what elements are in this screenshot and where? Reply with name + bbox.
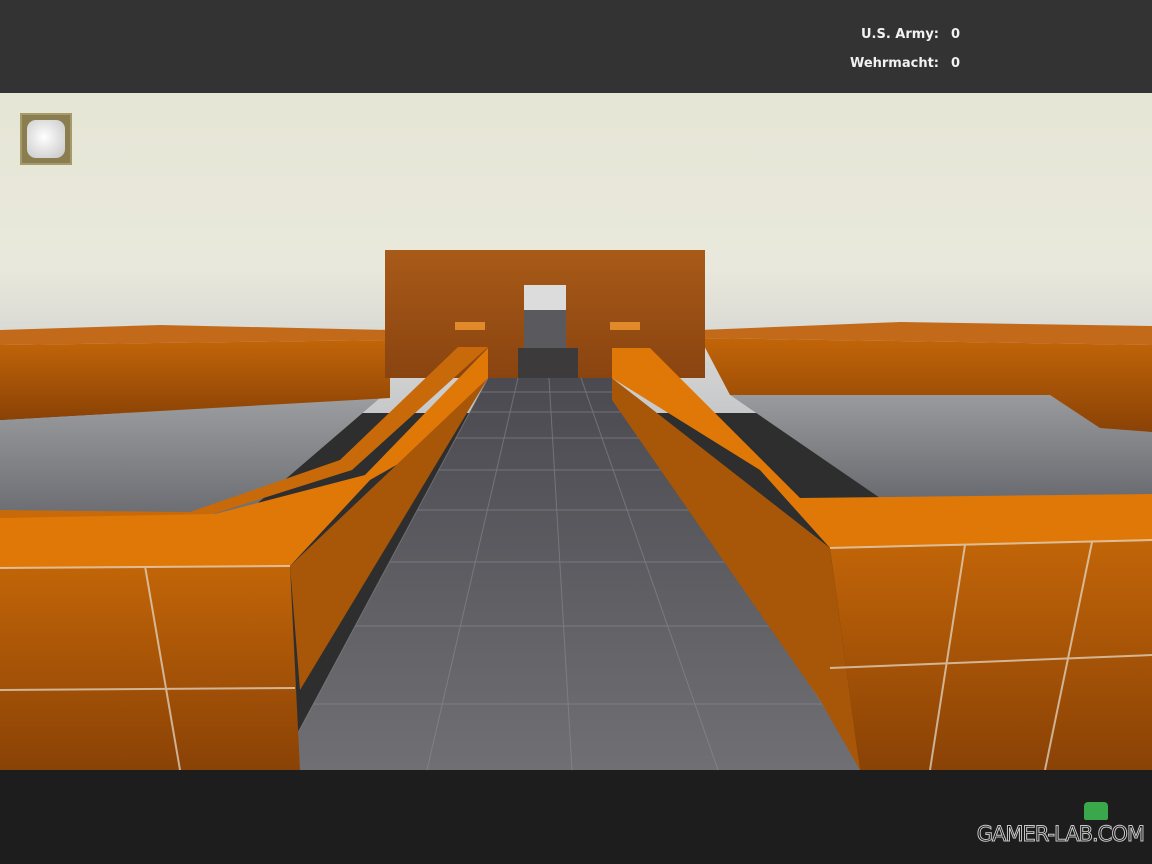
team-name: Wehrmacht: [849, 56, 939, 71]
team-score: 0 [951, 27, 961, 42]
scoreboard: U.S. Army: 0 Wehrmacht: 0 [820, 24, 980, 82]
minimap-compass [20, 113, 72, 165]
gate-glow-right [610, 322, 640, 330]
compass-icon [27, 120, 65, 158]
score-row-wehrmacht: Wehrmacht: 0 [820, 53, 980, 82]
hud-bottom-bar [0, 770, 1152, 864]
score-row-us-army: U.S. Army: 0 [820, 24, 980, 53]
watermark-text: GAMER-LAB.COM [976, 822, 1145, 847]
gate-inner [524, 310, 566, 348]
watermark-logo-icon [1084, 802, 1108, 820]
team-name: U.S. Army: [860, 27, 939, 42]
game-scene [0, 93, 1152, 771]
gate-floor [518, 348, 578, 378]
game-viewport: U.S. Army: 0 Wehrmacht: 0 GAMER-LAB.COM [0, 0, 1152, 864]
gate-glow-left [455, 322, 485, 330]
watermark: GAMER-LAB.COM [976, 800, 1146, 850]
team-score: 0 [951, 56, 961, 71]
crate-wall-right-side [830, 540, 1152, 770]
